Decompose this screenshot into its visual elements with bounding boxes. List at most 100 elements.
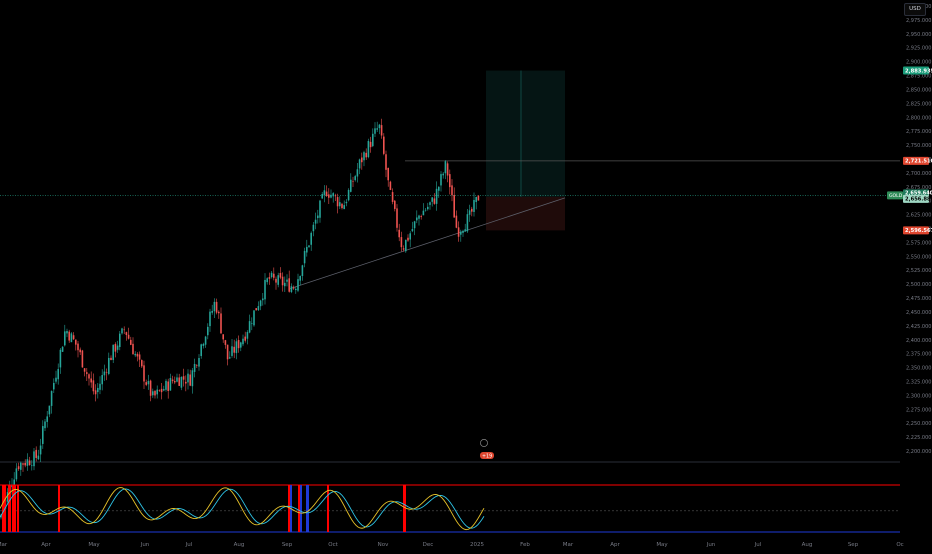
candle-body [444,161,447,174]
candle [295,286,297,294]
chart-area[interactable]: 80.00%40.00%0.00% 3,000.0002,975.0002,95… [0,0,932,550]
candle [292,285,295,290]
symbol-tag: GOLD [889,193,903,199]
candle-body [90,378,92,383]
candle-body [277,275,279,285]
candle-body [169,377,172,391]
candle-body [178,377,180,386]
candle-body [215,301,218,313]
candle [303,247,306,268]
candle [110,355,112,361]
candle [90,371,92,388]
candle-body [209,311,211,327]
target-price-label-text: 2,883.935 [905,68,932,74]
price-tick-label: 2,400.000 [906,338,931,344]
currency-selector[interactable]: USD [904,3,926,16]
candle-body [334,195,337,197]
price-chart[interactable]: 80.00%40.00%0.00% 3,000.0002,975.0002,95… [0,0,932,550]
price-tick-label: 2,750.000 [906,143,931,149]
candle-body [457,227,460,237]
candle-body [400,237,403,248]
candle [383,133,385,156]
candle [92,373,95,395]
entry-price-label-text: 2,656.881 [905,197,932,203]
candle [405,239,407,253]
candle-body [83,368,86,372]
candle-body [323,190,326,196]
candle [354,174,356,182]
candle [396,204,398,232]
candle [427,202,429,211]
candle [215,298,218,315]
candle [182,368,185,387]
candle [154,390,156,399]
candle-body [473,199,475,212]
osc-overbought-bar [12,485,16,532]
candle [301,264,304,281]
candle [281,272,284,292]
candle-body [475,196,477,203]
time-axis-label: Jul [754,542,762,548]
candle [457,221,460,242]
time-axis-label: 2025 [470,542,484,548]
candle-body [145,382,147,385]
candle-body [398,229,400,238]
candle-body [88,374,90,379]
candle [460,229,462,242]
candle-body [121,328,123,334]
candle-body [233,346,235,353]
target-zone [486,70,565,197]
time-axis-label: May [656,542,668,548]
price-tick-label: 2,500.000 [906,282,931,288]
candle [321,192,323,199]
candle-body [136,353,139,357]
candle-body [279,273,282,278]
candle [145,379,147,387]
candle [343,200,345,210]
candle-body [235,341,238,354]
candle [204,335,207,348]
candle-body [284,282,286,287]
candle-body [464,229,466,232]
candle-body [303,250,306,264]
candle-body [143,365,145,382]
candle-body [22,463,24,465]
candle [358,158,361,175]
candle [363,150,365,167]
candle-body [213,301,216,312]
candle [244,331,246,343]
candle [174,376,176,385]
candle-body [275,278,277,283]
candle [152,388,154,398]
candle-body [427,206,429,210]
candle [378,123,381,135]
candle [273,267,275,281]
candle [158,389,161,392]
candle-body [325,191,328,196]
candle-body [407,237,409,241]
candle [431,197,433,207]
candle [268,272,271,285]
candle-body [378,124,381,129]
osc-overbought-bar [298,485,300,532]
price-tick-label: 2,475.000 [906,296,931,302]
candle [429,201,431,210]
candle-body [171,379,174,382]
candle-body [97,387,99,393]
candle [477,194,480,201]
time-axis-label: Jun [140,542,150,548]
candle-body [330,194,332,198]
candle-body [132,343,134,355]
candle [112,344,114,363]
candle-body [86,372,88,374]
candle [83,368,86,377]
candle-body [251,323,253,324]
candle-body [180,376,183,388]
candle-body [312,224,315,232]
candle-body [220,313,222,334]
candle [385,150,387,178]
candle-body [240,342,242,348]
candle [226,344,229,366]
candle-body [156,389,158,395]
osc-overbought-bar [403,485,406,532]
